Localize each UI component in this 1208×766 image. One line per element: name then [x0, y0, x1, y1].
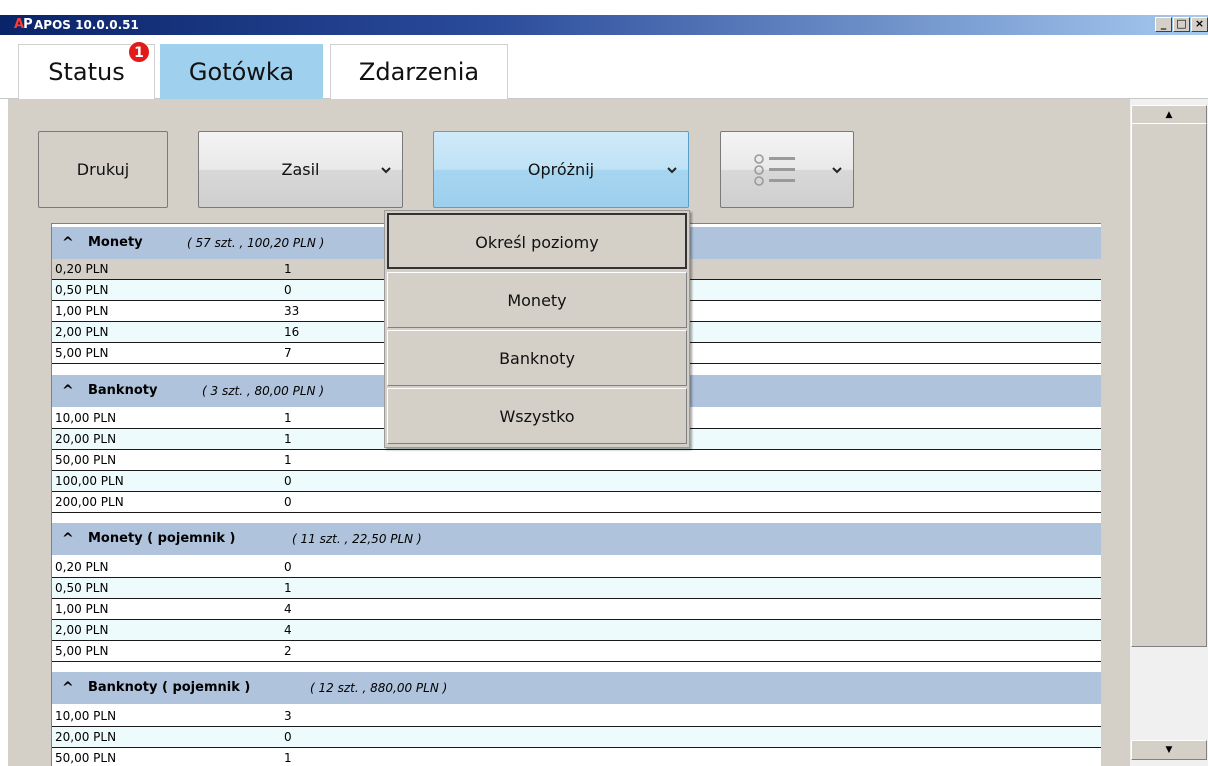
- list-options-button[interactable]: [720, 131, 854, 208]
- app-logo: AP: [14, 17, 33, 32]
- tab-zdarzenia-label: Zdarzenia: [358, 58, 480, 86]
- maximize-button[interactable]: □: [1173, 17, 1190, 32]
- menu-item-all[interactable]: Wszystko: [387, 388, 687, 444]
- tab-gotowka[interactable]: Gotówka: [160, 44, 323, 99]
- group-header-coins-container[interactable]: ^ Monety ( pojemnik ) ( 11 szt. , 22,50 …: [52, 523, 1101, 555]
- chevron-up-icon[interactable]: ^: [62, 672, 74, 704]
- vertical-scrollbar[interactable]: ▲ ▼: [1130, 99, 1208, 766]
- group-summary: ( 11 szt. , 22,50 PLN ): [292, 532, 422, 546]
- table-row[interactable]: 50,00 PLN 1: [52, 748, 1101, 766]
- tab-zdarzenia[interactable]: Zdarzenia: [330, 44, 508, 99]
- window-controls: _ □ ×: [1155, 17, 1208, 32]
- group-name: Banknoty ( pojemnik ): [88, 680, 251, 695]
- minimize-button[interactable]: _: [1155, 17, 1172, 32]
- refill-button-label: Zasil: [281, 160, 320, 179]
- table-row[interactable]: 0,20 PLN 0: [52, 557, 1101, 578]
- apos-window: AP APOS 10.0.0.51 _ □ × Status 1 Gotówka…: [0, 0, 1208, 766]
- group-name: Monety: [88, 235, 143, 250]
- tab-bar: Status 1 Gotówka Zdarzenia: [0, 35, 1208, 99]
- table-row[interactable]: 1,00 PLN 4: [52, 599, 1101, 620]
- table-row[interactable]: 0,50 PLN 1: [52, 578, 1101, 599]
- chevron-up-icon[interactable]: ^: [62, 523, 74, 555]
- chevron-up-icon[interactable]: ^: [62, 375, 74, 407]
- chevron-up-icon[interactable]: ^: [62, 227, 74, 259]
- menu-item-banknotes[interactable]: Banknoty: [387, 330, 687, 386]
- refill-button[interactable]: Zasil: [198, 131, 403, 208]
- print-button-label: Drukuj: [76, 160, 130, 179]
- chevron-down-icon: [380, 164, 392, 176]
- group-summary: ( 3 szt. , 80,00 PLN ): [202, 384, 325, 398]
- print-button[interactable]: Drukuj: [38, 131, 168, 208]
- table-row[interactable]: 20,00 PLN 0: [52, 727, 1101, 748]
- list-icon: [753, 152, 797, 188]
- close-button[interactable]: ×: [1191, 17, 1208, 32]
- group-summary: ( 12 szt. , 880,00 PLN ): [310, 681, 448, 695]
- group-summary: ( 57 szt. , 100,20 PLN ): [187, 236, 325, 250]
- empty-button-label: Opróżnij: [527, 160, 595, 179]
- table-row[interactable]: 50,00 PLN 1: [52, 450, 1101, 471]
- scroll-down-button[interactable]: ▼: [1131, 740, 1207, 760]
- group-name: Banknoty: [88, 383, 158, 398]
- scroll-up-button[interactable]: ▲: [1131, 105, 1207, 125]
- menu-item-set-levels[interactable]: Określ poziomy: [387, 213, 687, 269]
- table-row[interactable]: 200,00 PLN 0: [52, 492, 1101, 513]
- tab-gotowka-label: Gotówka: [188, 58, 295, 86]
- table-row[interactable]: 10,00 PLN 3: [52, 706, 1101, 727]
- tab-status-label: Status: [48, 58, 125, 86]
- table-row[interactable]: 2,00 PLN 4: [52, 620, 1101, 641]
- empty-dropdown-menu: Określ poziomy Monety Banknoty Wszystko: [384, 210, 690, 448]
- group-header-banknotes-container[interactable]: ^ Banknoty ( pojemnik ) ( 12 szt. , 880,…: [52, 672, 1101, 704]
- chevron-down-icon: [666, 164, 678, 176]
- empty-button[interactable]: Opróżnij: [433, 131, 689, 208]
- window-title: APOS 10.0.0.51: [34, 18, 139, 32]
- table-row[interactable]: 5,00 PLN 2: [52, 641, 1101, 662]
- table-row[interactable]: 100,00 PLN 0: [52, 471, 1101, 492]
- group-name: Monety ( pojemnik ): [88, 531, 236, 546]
- notification-badge: 1: [128, 41, 150, 63]
- menu-item-coins[interactable]: Monety: [387, 272, 687, 328]
- chevron-down-icon: [831, 164, 843, 176]
- title-bar: AP APOS 10.0.0.51 _ □ ×: [0, 15, 1208, 35]
- scroll-thumb[interactable]: [1131, 123, 1207, 647]
